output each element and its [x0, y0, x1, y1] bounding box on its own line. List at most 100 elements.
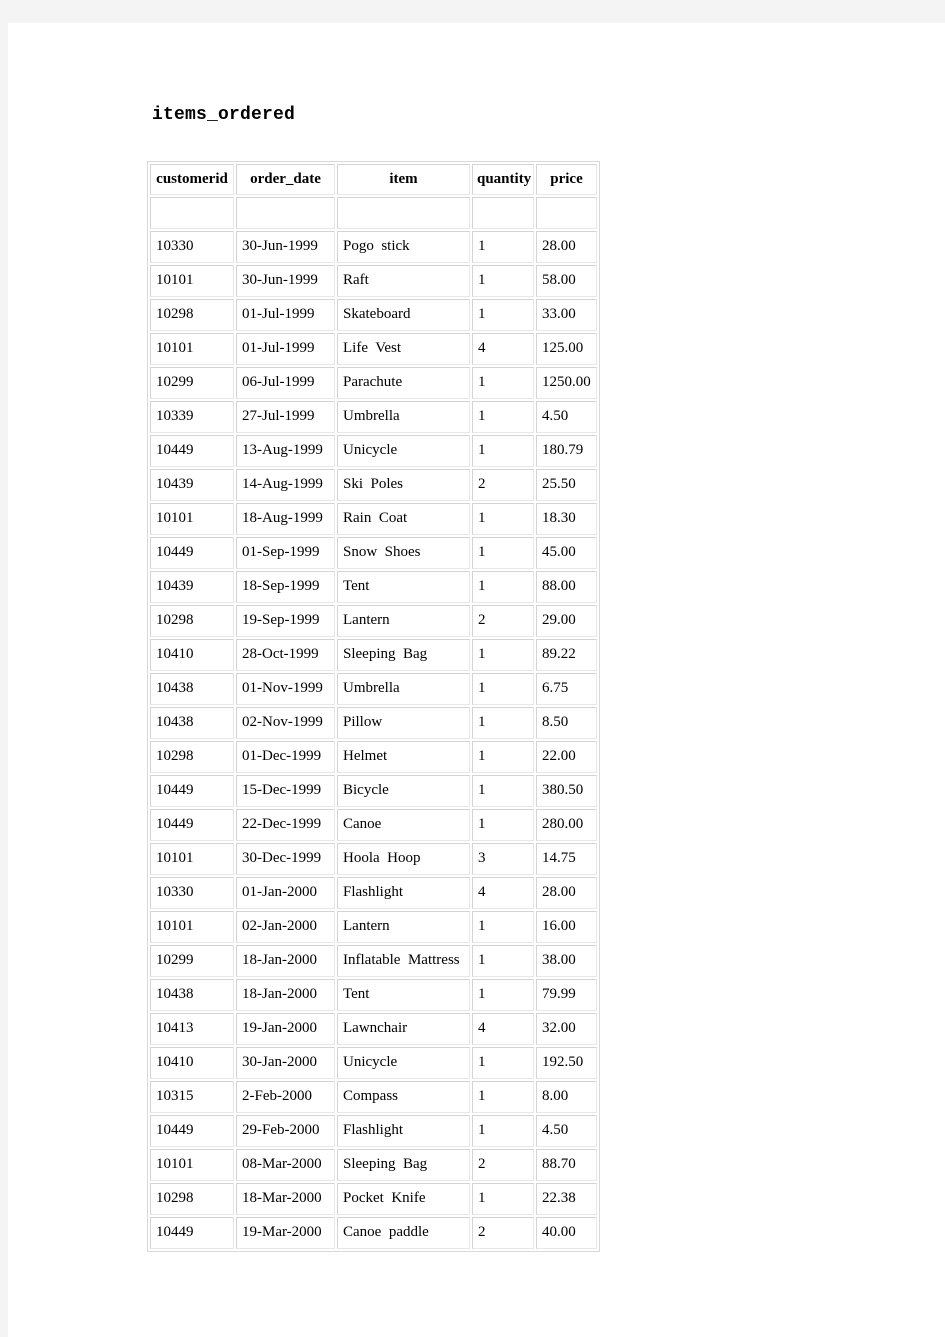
cell-order_date: 01-Nov-1999: [236, 672, 335, 705]
cell-quantity: 1: [472, 1182, 534, 1215]
table-row: 10449 15-Dec-1999 Bicycle 1 380.50: [150, 774, 597, 807]
cell-customerid: 10449: [150, 434, 234, 467]
cell-quantity: 1: [472, 910, 534, 943]
cell-price: 16.00: [536, 910, 597, 943]
cell-quantity: 1: [472, 536, 534, 569]
cell-customerid: 10101: [150, 332, 234, 365]
cell-quantity: 1: [472, 774, 534, 807]
cell-item: Sleeping Bag: [337, 1148, 470, 1181]
cell-item: Inflatable Mattress: [337, 944, 470, 977]
table-row: 10410 30-Jan-2000 Unicycle 1 192.50: [150, 1046, 597, 1079]
cell-price: 28.00: [536, 876, 597, 909]
cell-item: Tent: [337, 570, 470, 603]
table-row: 10330 30-Jun-1999 Pogo stick 1 28.00: [150, 230, 597, 263]
table-row: 10299 06-Jul-1999 Parachute 1 1250.00: [150, 366, 597, 399]
cell-item: Pogo stick: [337, 230, 470, 263]
table-row: 10315 2-Feb-2000 Compass 1 8.00: [150, 1080, 597, 1113]
blank-cell-order-date: [236, 196, 335, 229]
table-row: 10101 30-Dec-1999 Hoola Hoop 3 14.75: [150, 842, 597, 875]
cell-item: Unicycle: [337, 1046, 470, 1079]
cell-quantity: 2: [472, 604, 534, 637]
table-row: 10299 18-Jan-2000 Inflatable Mattress 1 38.0…: [150, 944, 597, 977]
cell-item: Unicycle: [337, 434, 470, 467]
cell-quantity: 1: [472, 638, 534, 671]
cell-item: Lawnchair: [337, 1012, 470, 1045]
cell-price: 33.00: [536, 298, 597, 331]
cell-order_date: 19-Jan-2000: [236, 1012, 335, 1045]
cell-customerid: 10101: [150, 910, 234, 943]
column-header-order-date[interactable]: order_date: [236, 164, 335, 195]
table-row: 10413 19-Jan-2000 Lawnchair 4 32.00: [150, 1012, 597, 1045]
table-row: 10101 30-Jun-1999 Raft 1 58.00: [150, 264, 597, 297]
cell-item: Pillow: [337, 706, 470, 739]
cell-quantity: 1: [472, 808, 534, 841]
cell-item: Helmet: [337, 740, 470, 773]
cell-item: Parachute: [337, 366, 470, 399]
table-row: 10438 02-Nov-1999 Pillow 1 8.50: [150, 706, 597, 739]
cell-order_date: 30-Jun-1999: [236, 264, 335, 297]
cell-price: 22.00: [536, 740, 597, 773]
cell-customerid: 10410: [150, 638, 234, 671]
cell-customerid: 10449: [150, 808, 234, 841]
cell-customerid: 10449: [150, 774, 234, 807]
cell-customerid: 10330: [150, 876, 234, 909]
cell-customerid: 10299: [150, 944, 234, 977]
cell-customerid: 10413: [150, 1012, 234, 1045]
cell-price: 8.50: [536, 706, 597, 739]
table-row: 10330 01-Jan-2000 Flashlight 4 28.00: [150, 876, 597, 909]
column-header-customerid[interactable]: customerid: [150, 164, 234, 195]
table-body: 10330 30-Jun-1999 Pogo stick 1 28.00 10101 30-…: [150, 196, 597, 1249]
cell-quantity: 1: [472, 1046, 534, 1079]
column-header-item[interactable]: item: [337, 164, 470, 195]
cell-order_date: 22-Dec-1999: [236, 808, 335, 841]
cell-customerid: 10438: [150, 978, 234, 1011]
cell-customerid: 10449: [150, 1114, 234, 1147]
cell-customerid: 10298: [150, 740, 234, 773]
cell-customerid: 10101: [150, 502, 234, 535]
cell-quantity: 1: [472, 230, 534, 263]
cell-customerid: 10298: [150, 604, 234, 637]
cell-price: 45.00: [536, 536, 597, 569]
cell-quantity: 4: [472, 332, 534, 365]
cell-price: 280.00: [536, 808, 597, 841]
cell-customerid: 10101: [150, 264, 234, 297]
column-header-price[interactable]: price: [536, 164, 597, 195]
cell-price: 4.50: [536, 400, 597, 433]
cell-item: Umbrella: [337, 400, 470, 433]
cell-quantity: 1: [472, 1080, 534, 1113]
cell-customerid: 10298: [150, 1182, 234, 1215]
cell-quantity: 1: [472, 570, 534, 603]
table-row: 10298 01-Jul-1999 Skateboard 1 33.00: [150, 298, 597, 331]
cell-order_date: 01-Jan-2000: [236, 876, 335, 909]
column-header-quantity[interactable]: quantity: [472, 164, 534, 195]
cell-order_date: 02-Nov-1999: [236, 706, 335, 739]
cell-price: 88.00: [536, 570, 597, 603]
cell-quantity: 2: [472, 1148, 534, 1181]
cell-item: Pocket Knife: [337, 1182, 470, 1215]
page-title: items_ordered: [152, 105, 296, 125]
cell-customerid: 10449: [150, 1216, 234, 1249]
cell-quantity: 1: [472, 264, 534, 297]
blank-cell-price: [536, 196, 597, 229]
cell-price: 125.00: [536, 332, 597, 365]
cell-customerid: 10101: [150, 1148, 234, 1181]
table-row: 10101 18-Aug-1999 Rain Coat 1 18.30: [150, 502, 597, 535]
cell-order_date: 14-Aug-1999: [236, 468, 335, 501]
blank-cell-item: [337, 196, 470, 229]
table-row: 10298 01-Dec-1999 Helmet 1 22.00: [150, 740, 597, 773]
cell-quantity: 1: [472, 1114, 534, 1147]
table-row: 10449 01-Sep-1999 Snow Shoes 1 45.00: [150, 536, 597, 569]
cell-customerid: 10299: [150, 366, 234, 399]
cell-item: Flashlight: [337, 1114, 470, 1147]
cell-price: 8.00: [536, 1080, 597, 1113]
cell-price: 6.75: [536, 672, 597, 705]
table-row: 10298 18-Mar-2000 Pocket Knife 1 22.38: [150, 1182, 597, 1215]
cell-quantity: 1: [472, 944, 534, 977]
document-content: items_ordered customerid order_date item…: [147, 105, 847, 1252]
cell-price: 79.99: [536, 978, 597, 1011]
cell-customerid: 10410: [150, 1046, 234, 1079]
cell-item: Bicycle: [337, 774, 470, 807]
cell-order_date: 2-Feb-2000: [236, 1080, 335, 1113]
table-row: 10438 01-Nov-1999 Umbrella 1 6.75: [150, 672, 597, 705]
cell-customerid: 10449: [150, 536, 234, 569]
